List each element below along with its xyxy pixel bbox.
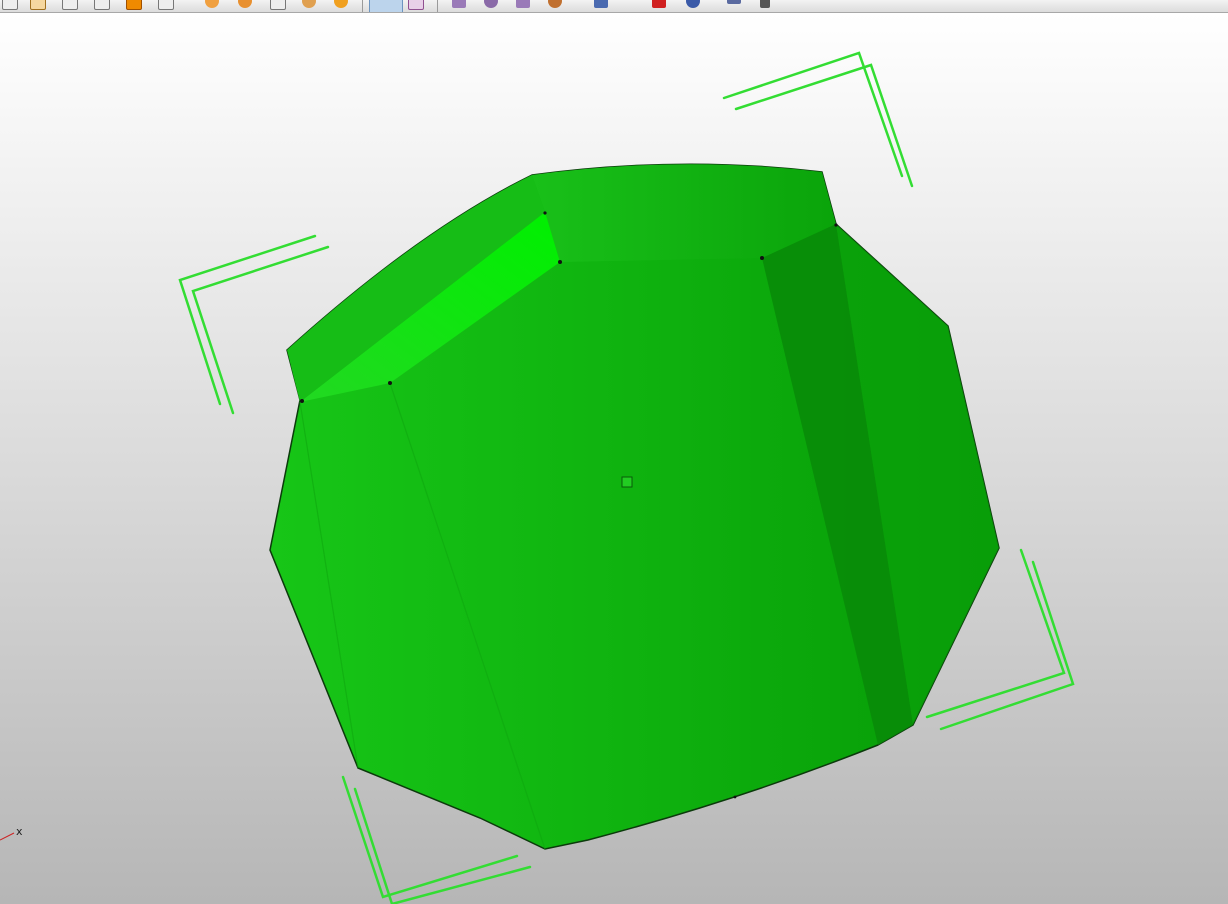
pan-view-icon[interactable] xyxy=(238,0,252,8)
dropdown-arrow-icon[interactable] xyxy=(760,0,770,8)
line-style-icon[interactable] xyxy=(727,0,741,4)
fit-view-icon[interactable] xyxy=(302,0,316,8)
open-file-icon[interactable] xyxy=(30,0,46,10)
3d-viewport[interactable]: x xyxy=(0,13,1228,904)
zoom-box-icon[interactable] xyxy=(270,0,286,10)
x-axis-label: x xyxy=(16,825,23,838)
rotate-view-icon[interactable] xyxy=(205,0,219,8)
toolbar-separator xyxy=(437,0,438,12)
measure-tool-icon[interactable] xyxy=(408,0,424,10)
export-icon[interactable] xyxy=(158,0,174,10)
save-file-icon[interactable] xyxy=(62,0,78,10)
new-file-icon[interactable] xyxy=(2,0,18,10)
x-axis-line xyxy=(0,832,15,841)
import-icon[interactable] xyxy=(126,0,142,10)
section-icon[interactable] xyxy=(452,0,466,8)
select-tool-icon[interactable] xyxy=(369,0,403,12)
transform-icon[interactable] xyxy=(516,0,530,8)
pin-icon[interactable] xyxy=(652,0,666,8)
shading-icon[interactable] xyxy=(548,0,562,8)
toolbar-separator xyxy=(362,0,363,12)
help-icon[interactable] xyxy=(686,0,700,8)
center-pivot-marker[interactable] xyxy=(621,476,633,488)
flask-icon[interactable] xyxy=(594,0,608,8)
save-as-icon[interactable] xyxy=(94,0,110,10)
main-toolbar xyxy=(0,0,1228,13)
mirror-icon[interactable] xyxy=(484,0,498,8)
scene-canvas xyxy=(0,51,1075,904)
bracket-top-right xyxy=(722,51,904,178)
zoom-icon[interactable] xyxy=(334,0,348,8)
